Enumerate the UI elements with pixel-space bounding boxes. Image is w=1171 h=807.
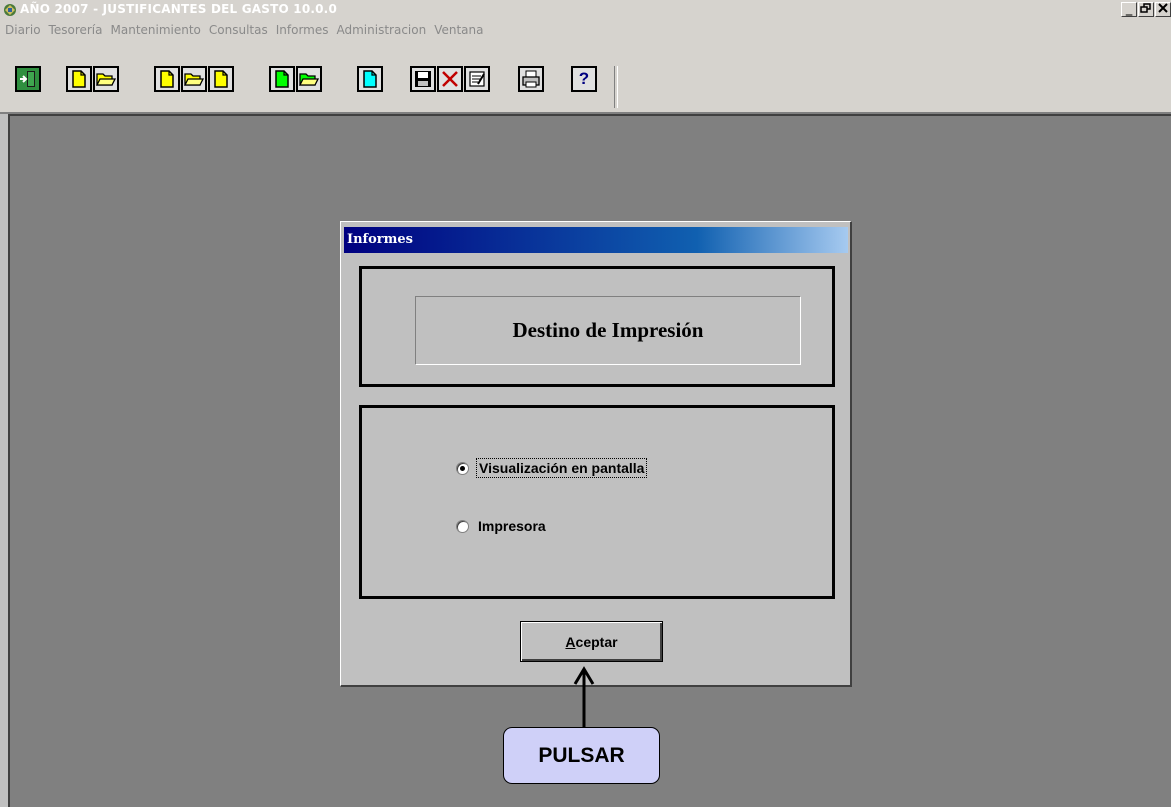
radio-printer[interactable] <box>456 519 469 533</box>
exit-icon <box>20 71 35 87</box>
save-button[interactable] <box>410 66 436 92</box>
accept-accelerator: A <box>565 633 576 650</box>
minimize-button[interactable]: _ <box>1121 2 1137 17</box>
informes-dialog: Informes Destino de Impresión Visualizac… <box>340 221 852 687</box>
dialog-title-bar: Informes <box>344 227 848 253</box>
pulsar-callout: PULSAR <box>503 727 660 784</box>
dialog-heading: Destino de Impresión <box>512 318 704 342</box>
new-doc-green-button[interactable] <box>269 66 295 92</box>
app-icon <box>4 4 16 16</box>
dialog-title: Informes <box>347 232 413 247</box>
exit-button[interactable] <box>15 66 41 92</box>
new-doc-button-3[interactable] <box>208 66 234 92</box>
option-printer[interactable]: Impresora <box>456 518 546 534</box>
menu-ventana[interactable]: Ventana <box>431 23 486 37</box>
menu-mantenimiento[interactable]: Mantenimiento <box>108 23 204 37</box>
new-doc-button-2[interactable] <box>154 66 180 92</box>
restore-button[interactable] <box>1138 2 1154 17</box>
radio-screen[interactable] <box>456 461 469 475</box>
option-screen[interactable]: Visualización en pantalla <box>456 458 648 478</box>
option-printer-label[interactable]: Impresora <box>478 518 546 534</box>
heading-frame: Destino de Impresión <box>359 266 835 387</box>
delete-button[interactable] <box>437 66 463 92</box>
window-title: AÑO 2007 - JUSTIFICANTES DEL GASTO 10.0.… <box>20 2 337 16</box>
help-question-icon: ? <box>578 69 590 88</box>
restore-icon <box>1140 3 1151 13</box>
heading-panel: Destino de Impresión <box>415 296 801 365</box>
options-frame: Visualización en pantalla Impresora <box>359 405 835 599</box>
menu-tesoreria[interactable]: Tesorería <box>46 23 106 37</box>
menu-bar: Diario Tesorería Mantenimiento Consultas… <box>0 20 1171 40</box>
annotation-arrow <box>573 666 595 728</box>
radio-selected-dot <box>460 465 465 471</box>
toolbar-separator <box>614 66 618 108</box>
open-folder-icon <box>184 73 204 86</box>
open-folder-button-2[interactable] <box>181 66 207 92</box>
edit-notes-icon <box>469 71 485 87</box>
window-controls: _ <box>1121 2 1171 17</box>
edit-notes-button[interactable] <box>464 66 490 92</box>
printer-icon <box>522 70 540 88</box>
accept-label: ceptar <box>575 633 618 650</box>
accept-button[interactable]: Aceptar <box>520 621 663 662</box>
new-doc-cyan-icon <box>363 70 377 88</box>
new-doc-icon <box>160 70 174 88</box>
close-icon <box>1158 3 1168 13</box>
save-disk-icon <box>415 71 431 87</box>
new-doc-button[interactable] <box>66 66 92 92</box>
option-screen-label[interactable]: Visualización en pantalla <box>475 458 648 478</box>
menu-administracion[interactable]: Administracion <box>334 23 430 37</box>
help-button[interactable]: ? <box>571 66 597 92</box>
open-folder-button[interactable] <box>93 66 119 92</box>
new-doc-cyan-button[interactable] <box>357 66 383 92</box>
menu-diario[interactable]: Diario <box>2 23 44 37</box>
new-doc-green-icon <box>275 70 289 88</box>
open-folder-icon <box>299 73 319 86</box>
print-button[interactable] <box>518 66 544 92</box>
delete-x-icon <box>442 71 458 87</box>
new-doc-icon <box>214 70 228 88</box>
open-folder-icon <box>96 73 116 86</box>
menu-consultas[interactable]: Consultas <box>206 23 271 37</box>
close-button[interactable] <box>1155 2 1171 17</box>
title-bar: AÑO 2007 - JUSTIFICANTES DEL GASTO 10.0.… <box>0 0 1171 20</box>
new-doc-icon <box>72 70 86 88</box>
menu-informes[interactable]: Informes <box>273 23 332 37</box>
open-folder-button-3[interactable] <box>296 66 322 92</box>
